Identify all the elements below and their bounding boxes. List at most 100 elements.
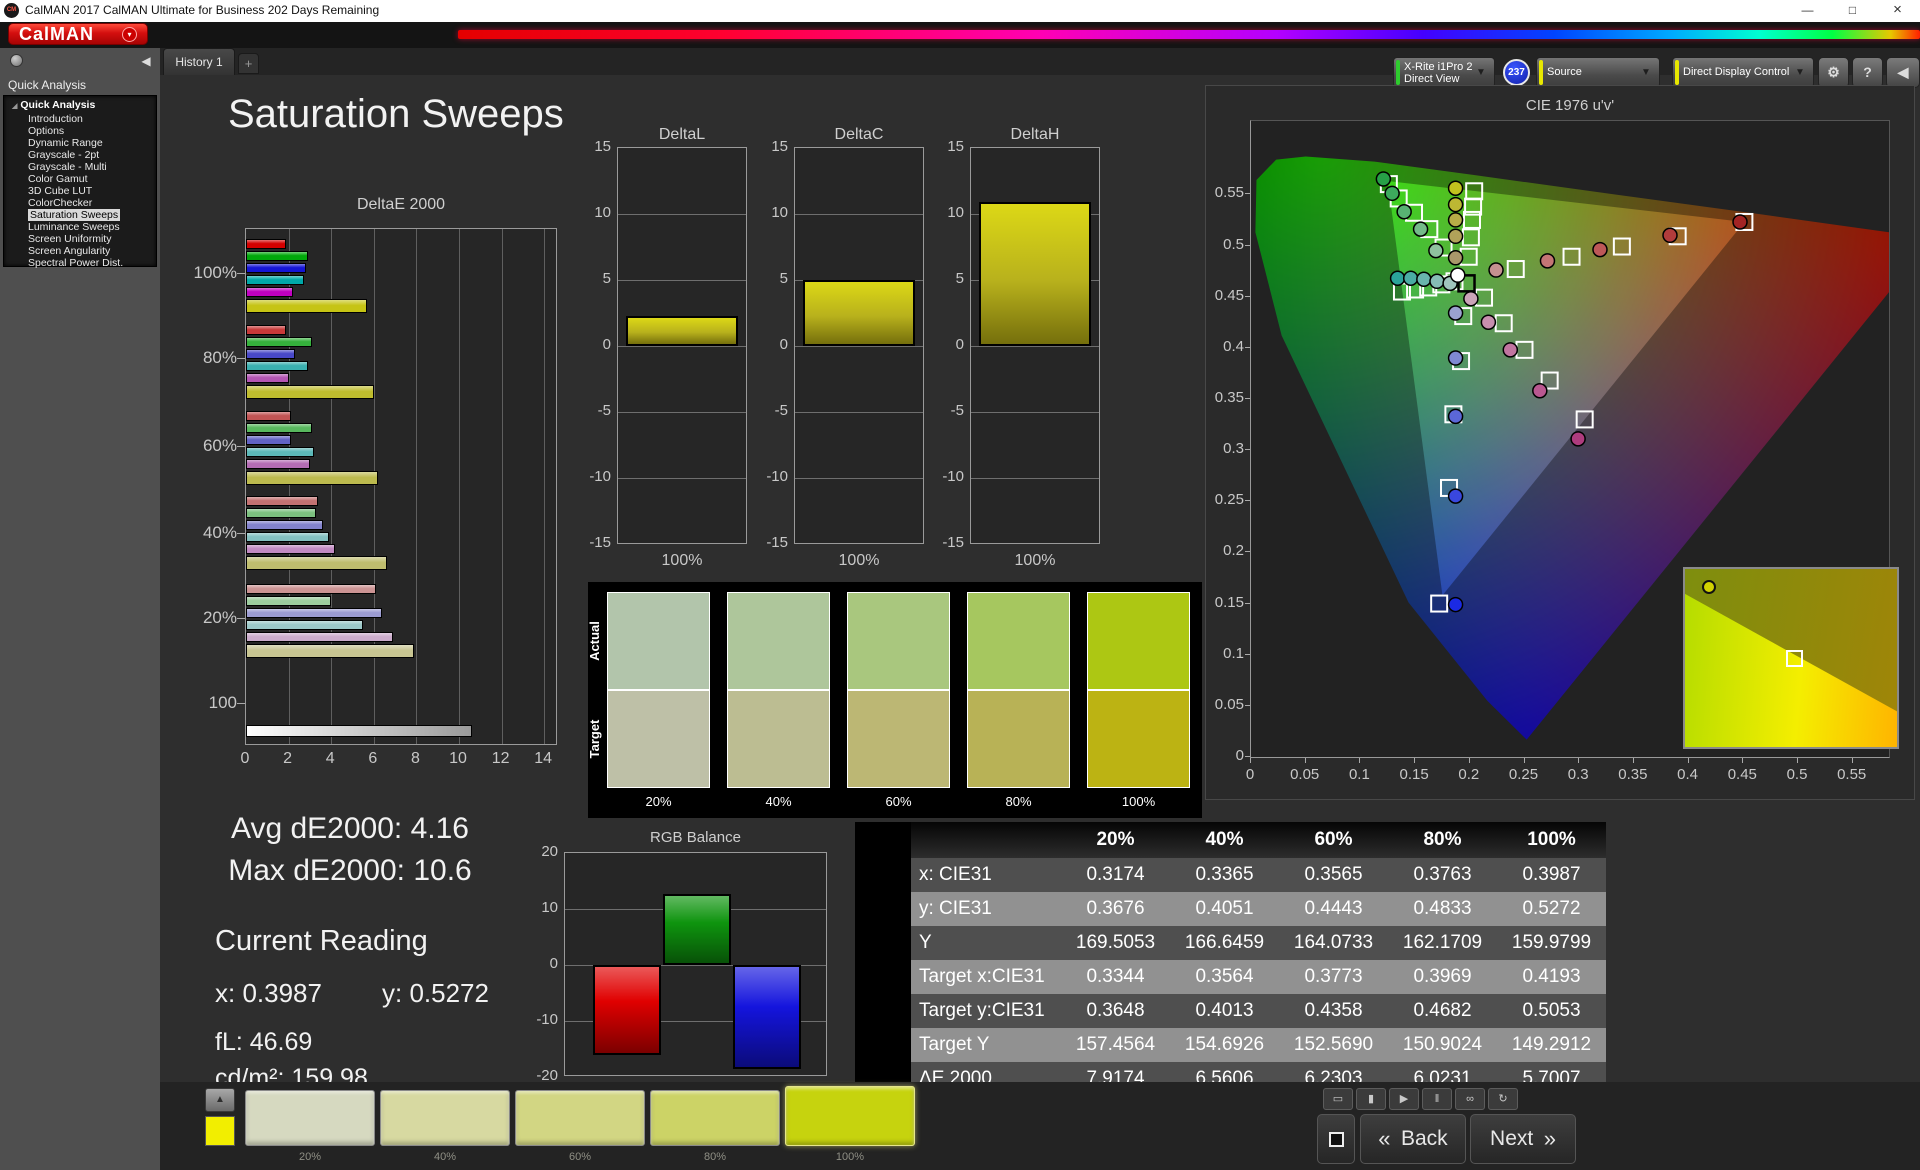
saturation-swatch-label: 40% (433, 1151, 457, 1163)
table-cell: 164.0733 (1293, 932, 1374, 953)
window-title: CalMAN 2017 CalMAN Ultimate for Business… (25, 3, 380, 17)
actual-target-panel: 20% 40% 60% 80% 100% (588, 582, 1202, 818)
y-tick-label: 10 (947, 204, 964, 221)
y-tick-label: -5 (597, 402, 611, 419)
cie-y-tick (1245, 653, 1250, 655)
sidebar-item-grayscale-2pt[interactable]: Grayscale - 2pt (28, 149, 178, 161)
cie-y-tick (1245, 244, 1250, 246)
actual-swatch (607, 592, 710, 690)
source-dropdown[interactable]: Source ▼ (1536, 57, 1660, 88)
table-gutter (855, 994, 911, 1028)
sidebar-item-grayscale-multi[interactable]: Grayscale - Multi (28, 161, 178, 173)
stop-square-icon (1329, 1132, 1344, 1147)
current-fl: fL: 46.69 (215, 1028, 313, 1056)
saturation-swatch-button-20[interactable] (245, 1090, 375, 1146)
expand-up-button[interactable]: ▲ (205, 1088, 235, 1112)
de-bar (246, 251, 308, 261)
app-icon: CM (4, 3, 19, 18)
de-bar (246, 385, 374, 399)
screen-icon[interactable]: ▭ (1323, 1088, 1353, 1110)
table-row: Target Y 157.4564 154.6926 152.5690 150.9024… (855, 1028, 1606, 1062)
y-tick (237, 703, 245, 704)
table-cell: 0.5053 (1522, 1000, 1581, 1021)
stop-button[interactable] (1317, 1114, 1355, 1164)
next-button[interactable]: Next » (1470, 1114, 1576, 1164)
sidebar-item-3d-cube-lut[interactable]: 3D Cube LUT (28, 185, 178, 197)
sidebar-dot-button[interactable] (10, 54, 23, 67)
cie-x-tick (1250, 758, 1251, 763)
reading-count-badge[interactable]: 237 (1503, 59, 1530, 86)
source-label: Source (1547, 66, 1582, 78)
y-tick-label: 5 (779, 270, 788, 287)
target-swatch (727, 690, 830, 788)
de-bar (246, 496, 319, 506)
play-icon[interactable]: ▶ (1389, 1088, 1419, 1110)
cie-y-tick-label: 0.5 (1223, 235, 1244, 253)
sidebar-item-saturation-sweeps[interactable]: Saturation Sweeps (28, 209, 178, 221)
tree-root[interactable]: ◢ Quick Analysis (12, 99, 95, 113)
tab-history-1[interactable]: History 1 (163, 48, 235, 75)
add-tab-button[interactable]: + (238, 53, 259, 74)
calman-window: CM CalMAN 2017 CalMAN Ultimate for Busin… (0, 0, 1920, 1170)
de-bar (246, 508, 317, 518)
de-bar (246, 608, 383, 618)
title-bar: CM CalMAN 2017 CalMAN Ultimate for Busin… (0, 0, 1920, 22)
cie-y-tick (1245, 704, 1250, 706)
saturation-swatch-button-80[interactable] (650, 1090, 780, 1146)
table-cell: 0.3773 (1304, 966, 1363, 987)
gear-icon[interactable]: ⚙ (1818, 57, 1849, 88)
inset-target-point (1786, 650, 1803, 667)
stop-icon[interactable]: ▮ (1356, 1088, 1386, 1110)
tree-expander-icon[interactable]: ◢ (12, 103, 17, 110)
de-bar (246, 349, 295, 359)
help-icon[interactable]: ? (1852, 57, 1883, 88)
saturation-column-label: 20% (645, 794, 672, 809)
sidebar-item-spectral-power-dist-[interactable]: Spectral Power Dist. (28, 257, 178, 269)
maximize-button[interactable]: □ (1830, 0, 1875, 22)
actual-swatch (847, 592, 950, 690)
cie-y-tick-label: 0.15 (1214, 593, 1244, 611)
cie-x-tick-label: 0.1 (1348, 766, 1370, 783)
cie-y-tick-label: 0.25 (1214, 491, 1244, 509)
saturation-swatch-button-40[interactable] (380, 1090, 510, 1146)
sidebar-collapse-icon[interactable]: ◀ (138, 52, 154, 70)
delta-bar (626, 316, 738, 346)
cie-x-tick (1851, 758, 1853, 763)
cie-y-tick (1245, 346, 1250, 348)
de-bar (246, 287, 293, 297)
cie-x-tick (1414, 758, 1416, 763)
close-button[interactable]: × (1875, 0, 1920, 22)
table-cell: 149.2912 (1511, 1034, 1592, 1055)
sidebar-item-dynamic-range[interactable]: Dynamic Range (28, 137, 178, 149)
collapse-right-icon[interactable]: ◀ (1886, 57, 1920, 88)
refresh-icon[interactable]: ↻ (1488, 1088, 1518, 1110)
cie-x-tick (1468, 758, 1470, 763)
sidebar-item-screen-uniformity[interactable]: Screen Uniformity (28, 233, 178, 245)
sidebar-item-introduction[interactable]: Introduction (28, 113, 178, 125)
sidebar-item-options[interactable]: Options (28, 125, 178, 137)
sidebar-item-color-gamut[interactable]: Color Gamut (28, 173, 178, 185)
back-button[interactable]: « Back (1360, 1114, 1466, 1164)
sidebar-item-colorchecker[interactable]: ColorChecker (28, 197, 178, 209)
table-cell: 150.9024 (1402, 1034, 1483, 1055)
gridline (618, 412, 746, 413)
logo-menu-caret-icon[interactable]: ▾ (122, 27, 137, 42)
saturation-swatch-button-60[interactable] (515, 1090, 645, 1146)
delta_h-chart (970, 147, 1100, 544)
table-header-cell: 60% (1314, 829, 1353, 850)
table-header-row: 20% 40% 60% 80% 100% (855, 822, 1606, 858)
sidebar-item-screen-angularity[interactable]: Screen Angularity (28, 245, 178, 257)
sidebar-item-luminance-sweeps[interactable]: Luminance Sweeps (28, 221, 178, 233)
de-bar (246, 337, 313, 347)
x-tick-label: 4 (325, 750, 335, 767)
de-bar (246, 556, 387, 570)
table-cell: 0.4358 (1304, 1000, 1363, 1021)
pause-icon[interactable]: ‖ (1422, 1088, 1452, 1110)
meter-dropdown[interactable]: X-Rite i1Pro 2 Direct View ▼ (1393, 57, 1495, 88)
target-swatch (607, 690, 710, 788)
de-bar (246, 459, 310, 469)
display-control-dropdown[interactable]: Direct Display Control ▼ (1672, 57, 1814, 88)
minimize-button[interactable]: — (1785, 0, 1830, 22)
saturation-swatch-button-100[interactable] (785, 1086, 915, 1146)
loop-icon[interactable]: ∞ (1455, 1088, 1485, 1110)
